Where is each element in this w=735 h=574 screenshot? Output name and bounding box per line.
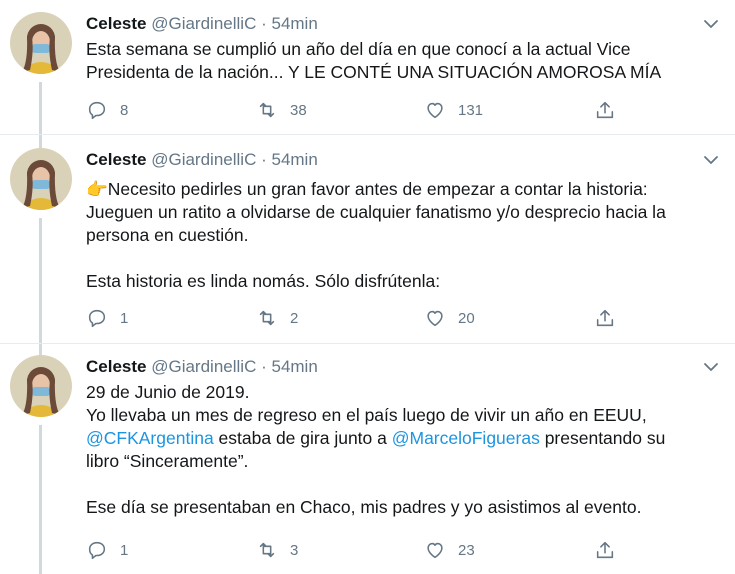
reply-button[interactable]: 1 — [86, 306, 128, 330]
reply-icon — [88, 541, 106, 560]
mention-link[interactable]: @MarceloFigueras — [392, 428, 540, 448]
tweet-text: 29 de Junio de 2019. Yo llevaba un mes d… — [86, 381, 721, 519]
tweet-content: Celeste @GiardinelliC · 54min 👉Necesito … — [86, 148, 721, 293]
tweet-header: Celeste @GiardinelliC · 54min — [86, 148, 721, 172]
tweet-text-line: Jueguen un ratito a olvidarse de cualqui… — [86, 202, 666, 222]
reply-button[interactable]: 1 — [86, 538, 128, 562]
share-icon — [596, 541, 614, 559]
retweet-count: 38 — [290, 101, 307, 119]
retweet-button[interactable]: 38 — [256, 98, 307, 122]
separator-dot: · — [261, 150, 267, 169]
retweet-button[interactable]: 2 — [256, 306, 298, 330]
author-handle[interactable]: @GiardinelliC — [151, 150, 256, 169]
tweet-header: Celeste @GiardinelliC · 54min — [86, 355, 721, 379]
like-button[interactable]: 131 — [424, 98, 483, 122]
tweet-text-line: persona en cuestión. — [86, 225, 249, 245]
tweet-divider — [0, 134, 735, 135]
share-icon — [596, 309, 614, 327]
author-handle[interactable]: @GiardinelliC — [151, 357, 256, 376]
avatar[interactable] — [10, 355, 72, 417]
tweet-content: Celeste @GiardinelliC · 54min 29 de Juni… — [86, 355, 721, 519]
timestamp[interactable]: 54min — [271, 150, 317, 169]
avatar[interactable] — [10, 148, 72, 210]
timestamp[interactable]: 54min — [271, 14, 317, 33]
avatar[interactable] — [10, 12, 72, 74]
tweet-text-line: Presidenta de la nación... Y LE CONTÉ UN… — [86, 62, 662, 82]
chevron-down-icon[interactable] — [701, 150, 721, 170]
like-icon — [427, 310, 443, 327]
reply-count: 1 — [120, 309, 129, 327]
retweet-icon — [259, 542, 275, 558]
tweet-content: Celeste @GiardinelliC · 54min Esta seman… — [86, 12, 721, 84]
retweet-count: 3 — [290, 541, 299, 559]
thread-connector — [39, 425, 42, 574]
avatar-column — [10, 148, 72, 210]
author-name[interactable]: Celeste — [86, 14, 146, 33]
like-button[interactable]: 20 — [424, 306, 475, 330]
tweet-text-fragment: estaba de gira junto a — [213, 428, 392, 448]
tweet[interactable]: Celeste @GiardinelliC · 54min 29 de Juni… — [0, 355, 735, 574]
like-icon — [427, 542, 443, 559]
reply-count: 8 — [120, 101, 129, 119]
avatar-column — [10, 12, 72, 74]
tweet-header: Celeste @GiardinelliC · 54min — [86, 12, 721, 36]
like-count: 20 — [458, 309, 475, 327]
avatar-column — [10, 355, 72, 417]
separator-dot: · — [261, 14, 267, 33]
author-name[interactable]: Celeste — [86, 357, 146, 376]
like-icon — [427, 102, 443, 119]
tweet-text-line: Necesito pedirles un gran favor antes de… — [107, 179, 648, 199]
retweet-count: 2 — [290, 309, 299, 327]
timestamp[interactable]: 54min — [271, 357, 317, 376]
share-button[interactable] — [594, 306, 616, 330]
reply-count: 1 — [120, 541, 129, 559]
retweet-button[interactable]: 3 — [256, 538, 298, 562]
tweet-text-line: 29 de Junio de 2019. — [86, 382, 250, 402]
retweet-icon — [259, 102, 275, 118]
tweet[interactable]: Celeste @GiardinelliC · 54min 👉Necesito … — [0, 148, 735, 408]
tweet-text-line: Yo llevaba un mes de regreso en el país … — [86, 405, 647, 425]
reply-icon — [88, 101, 106, 120]
tweet-divider — [0, 343, 735, 344]
retweet-icon — [259, 310, 275, 326]
reply-button[interactable]: 8 — [86, 98, 128, 122]
chevron-down-icon[interactable] — [701, 14, 721, 34]
separator-dot: · — [261, 357, 267, 376]
reply-icon — [88, 309, 106, 328]
tweet-text: 👉Necesito pedirles un gran favor antes d… — [86, 178, 721, 293]
mention-link[interactable]: @CFKArgentina — [86, 428, 214, 448]
tweet-text-line: libro “Sinceramente”. — [86, 451, 249, 471]
action-bar: 1 2 20 — [86, 306, 646, 330]
tweet-text-line: Ese día se presentaban en Chaco, mis pad… — [86, 497, 642, 517]
like-button[interactable]: 23 — [424, 538, 475, 562]
like-count: 23 — [458, 541, 475, 559]
pointing-hand-emoji: 👉 — [86, 179, 108, 199]
tweet-thread: Celeste @GiardinelliC · 54min Esta seman… — [0, 0, 735, 574]
chevron-down-icon[interactable] — [701, 357, 721, 377]
share-button[interactable] — [594, 98, 616, 122]
tweet-text-fragment: presentando su — [539, 428, 666, 448]
action-bar: 1 3 23 — [86, 538, 646, 562]
share-icon — [596, 101, 614, 119]
tweet-text: Esta semana se cumplió un año del día en… — [86, 38, 721, 84]
action-bar: 8 38 131 — [86, 98, 646, 122]
tweet[interactable]: Celeste @GiardinelliC · 54min Esta seman… — [0, 12, 735, 200]
author-name[interactable]: Celeste — [86, 150, 146, 169]
tweet-text-line: Esta historia es linda nomás. Sólo disfr… — [86, 271, 441, 291]
tweet-text-line: Esta semana se cumplió un año del día en… — [86, 39, 631, 59]
share-button[interactable] — [594, 538, 616, 562]
like-count: 131 — [458, 101, 484, 119]
author-handle[interactable]: @GiardinelliC — [151, 14, 256, 33]
